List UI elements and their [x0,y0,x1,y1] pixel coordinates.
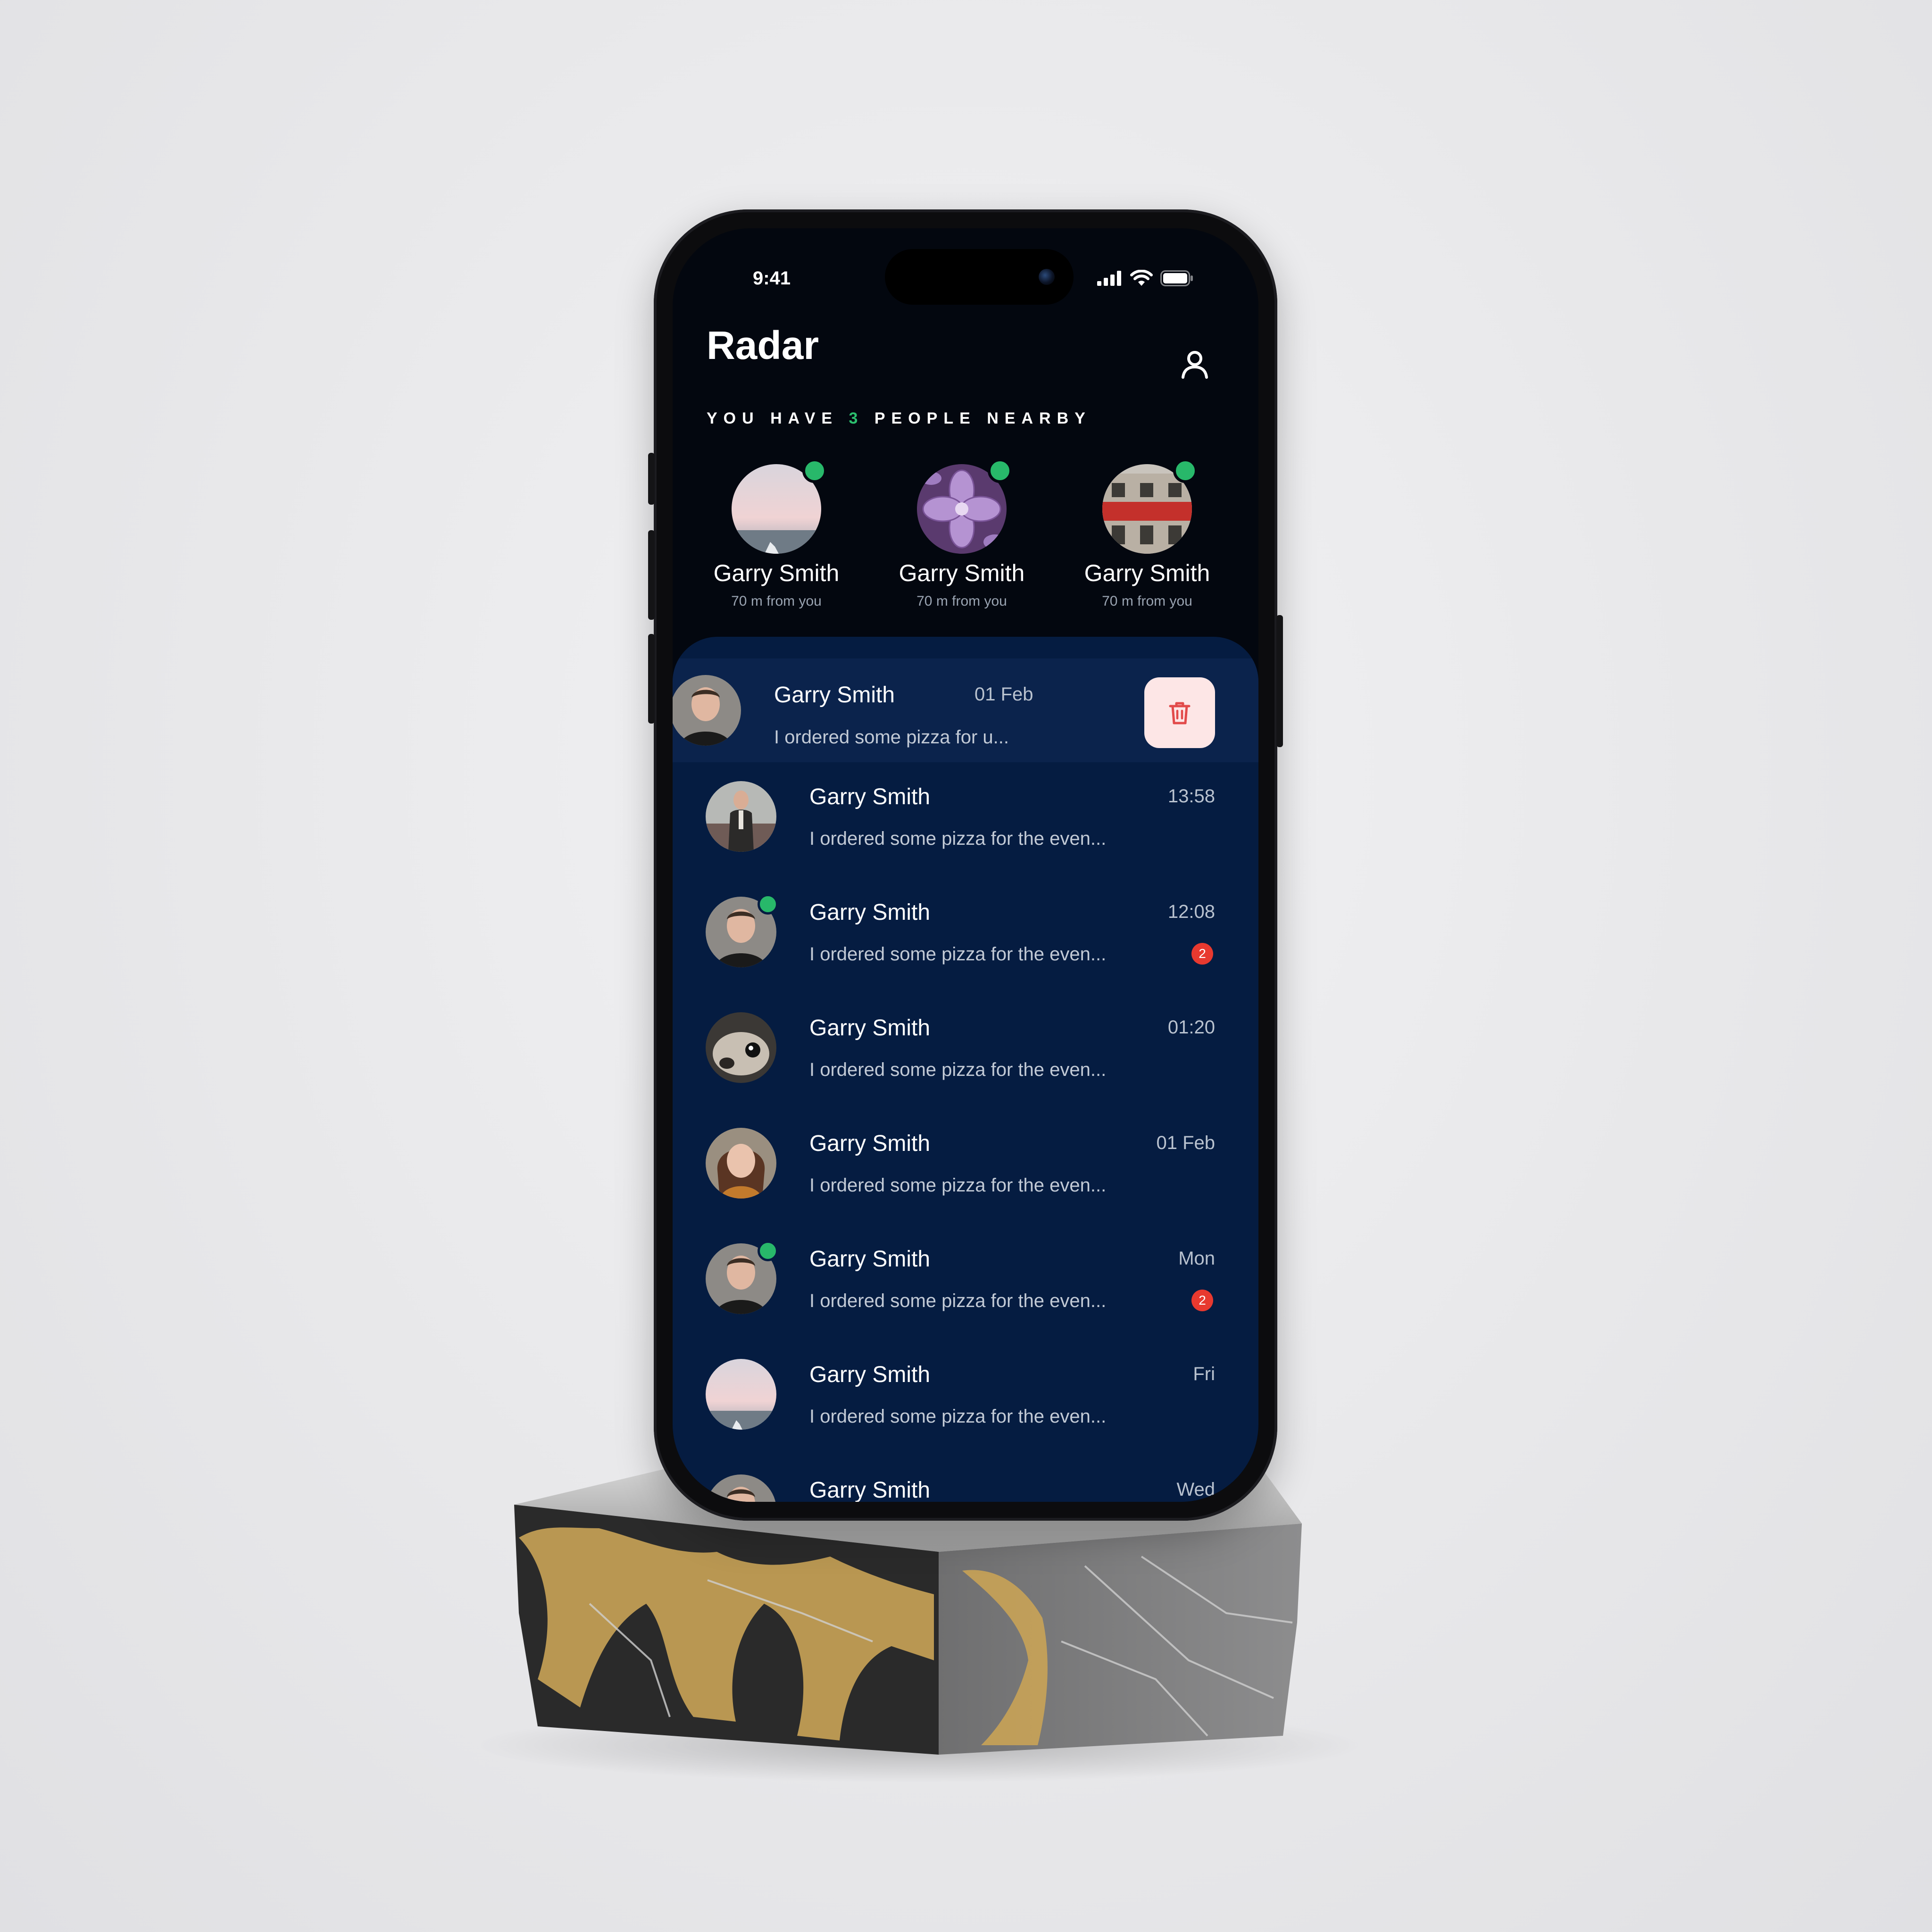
user-icon[interactable] [1178,348,1211,381]
avatar [732,458,827,554]
chat-name: Garry Smith [809,784,931,809]
action-button [648,453,655,505]
page-title: Radar [707,323,819,367]
online-indicator [802,458,827,483]
unread-badge: 2 [1191,1290,1213,1311]
nearby-distance: 70 m from you [916,593,1007,609]
online-indicator [758,1241,778,1261]
chat-row[interactable]: Garry Smith 12:08 I ordered some pizza f… [673,883,1258,986]
chat-name: Garry Smith [809,1016,931,1041]
chat-row[interactable]: Garry Smith 01:20 I ordered some pizza f… [673,998,1258,1102]
man-portrait [673,675,741,746]
nearby-distance: 70 m from you [1102,593,1192,609]
avatar [706,781,776,852]
avatar [706,1359,776,1430]
chat-name: Garry Smith [809,1247,931,1272]
woman-portrait [706,1128,776,1199]
volume-up-button [648,530,655,620]
avatar [706,1012,776,1083]
cellular-signal-icon [1097,271,1121,286]
online-indicator [758,894,778,915]
chat-row[interactable]: Garry Smith Fri I ordered some pizza for… [673,1345,1258,1449]
chat-message: I ordered some pizza for u... [774,727,1009,748]
people-count: 3 [849,409,864,427]
avatar [917,458,1012,554]
sky-photo [706,1359,776,1430]
subtitle-suffix: PEOPLE NEARBY [864,409,1091,427]
chat-name: Garry Smith [774,683,895,708]
online-indicator [1173,458,1198,483]
chat-name: Garry Smith [809,1478,931,1502]
online-indicator [988,458,1012,483]
avatar [673,675,741,746]
volume-down-button [648,634,655,724]
trash-icon [1169,702,1191,724]
chat-time: Mon [1178,1248,1215,1269]
chat-message: I ordered some pizza for the even... [809,1406,1107,1427]
chat-message: I ordered some pizza for the even... [809,1059,1107,1080]
chat-message: I ordered some pizza for the even... [809,828,1107,849]
chat-name: Garry Smith [809,900,931,925]
avatar [706,894,778,967]
avatar [1102,458,1198,554]
chat-row[interactable]: Garry Smith 13:58 I ordered some pizza f… [673,767,1258,871]
avatar [706,1241,778,1314]
chat-row[interactable]: Garry Smith 01 Feb I ordered some pizza … [673,1114,1258,1217]
chat-row[interactable]: Garry Smith Mon I ordered some pizza for… [673,1229,1258,1333]
phone-device: 9:41 Radar YOU HAVE 3 PEOPLE NEARBY Garr… [648,209,1283,1521]
status-time: 9:41 [753,268,791,289]
nearby-person[interactable]: Garry Smith 70 m from you [882,458,1042,609]
man-portrait [706,1474,776,1502]
nearby-distance: 70 m from you [731,593,822,609]
chat-message: I ordered some pizza for the even... [809,1291,1107,1311]
nearby-name: Garry Smith [899,560,1025,586]
chat-name: Garry Smith [809,1362,931,1387]
phone-screen: 9:41 Radar YOU HAVE 3 PEOPLE NEARBY Garr… [673,228,1258,1502]
power-button [1276,615,1283,747]
chat-time: 13:58 [1167,786,1215,807]
dynamic-island [885,249,1074,305]
chat-message: I ordered some pizza for the even... [809,1175,1107,1196]
wifi-icon [1130,270,1153,286]
chat-message: I ordered some pizza for the even... [809,944,1107,965]
chat-name: Garry Smith [809,1131,931,1156]
chat-time: 12:08 [1167,901,1215,922]
nearby-subtitle: YOU HAVE 3 PEOPLE NEARBY [707,409,1091,428]
status-icons [1097,268,1193,289]
avatar [706,1474,776,1502]
chat-time: 01 Feb [974,684,1033,705]
nearby-name: Garry Smith [1084,560,1210,586]
camera-icon [1039,269,1055,285]
chat-time: 01:20 [1167,1017,1215,1038]
chat-list: Garry Smith 01 Feb I ordered some pizza … [673,637,1258,1502]
chat-time: 01 Feb [1156,1133,1215,1153]
chat-time: Fri [1193,1364,1215,1384]
chat-row-swiped[interactable]: Garry Smith 01 Feb I ordered some pizza … [673,658,1258,762]
unread-badge: 2 [1191,943,1213,965]
nearby-name: Garry Smith [713,560,840,586]
chat-time: Wed [1176,1479,1215,1500]
chat-row[interactable]: Garry Smith Wed [673,1460,1258,1502]
nearby-person[interactable]: Garry Smith 70 m from you [696,458,857,609]
avatar [706,1128,776,1199]
subtitle-prefix: YOU HAVE [707,409,849,427]
battery-icon [1160,270,1193,286]
dog-photo [706,1012,776,1083]
nearby-person[interactable]: Garry Smith 70 m from you [1067,458,1227,609]
delete-button[interactable] [1144,677,1215,748]
man-suit-photo [706,781,776,852]
